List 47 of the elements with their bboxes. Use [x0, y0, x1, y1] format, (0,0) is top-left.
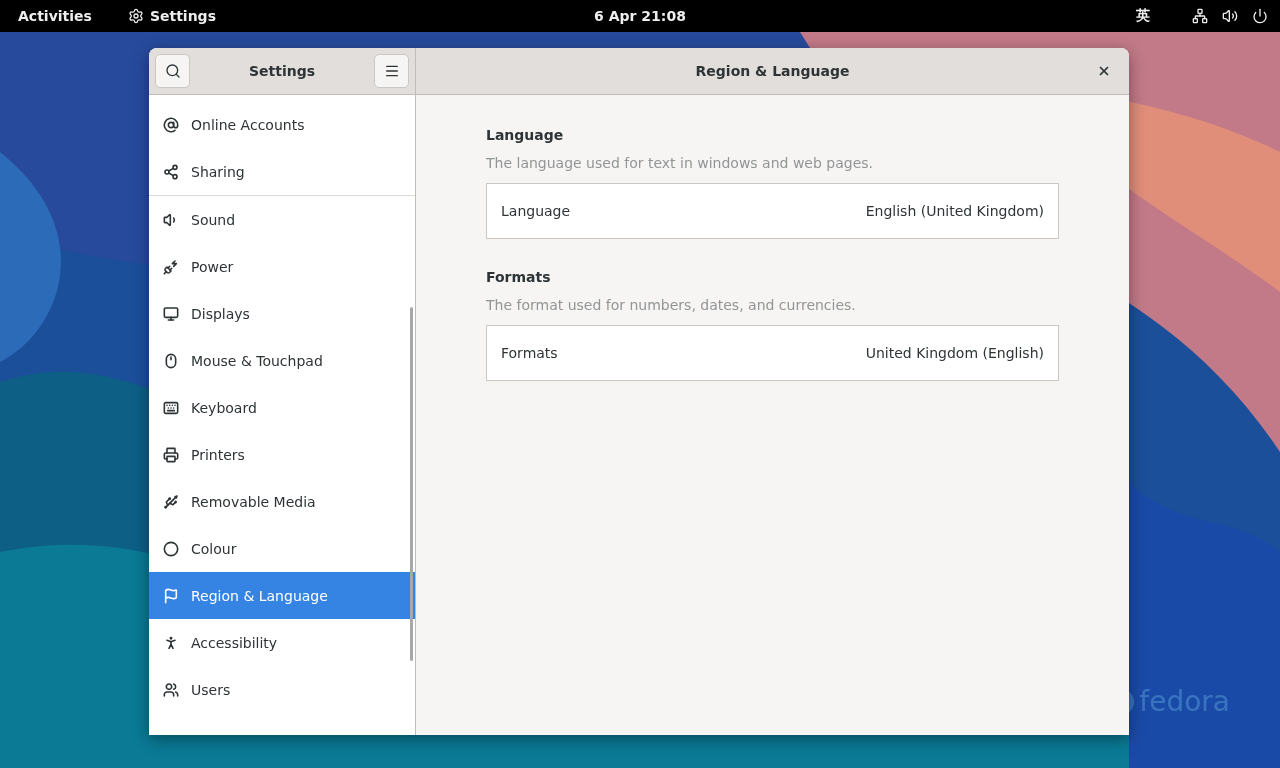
clock[interactable]: 6 Apr 21:08: [594, 8, 686, 24]
accessibility-icon: [163, 634, 179, 651]
sidebar-item[interactable]: Keyboard: [149, 384, 415, 431]
plug-icon: [163, 258, 179, 275]
sidebar-item[interactable]: Sharing: [149, 148, 415, 195]
app-menu[interactable]: Settings: [127, 8, 216, 24]
power-icon[interactable]: [1252, 8, 1268, 24]
window-title: Region & Language: [695, 63, 850, 79]
section-description: The format used for numbers, dates, and currencies.: [486, 297, 857, 313]
printer-icon: [163, 446, 179, 463]
setting-row[interactable]: Formats United Kingdom (English): [486, 325, 1059, 381]
menu-icon: [383, 63, 400, 79]
section-heading: Formats: [486, 269, 552, 285]
mouse-icon: [163, 352, 179, 369]
sidebar-item[interactable]: Sound: [149, 196, 415, 243]
search-icon: [164, 63, 181, 79]
sidebar-item[interactable]: Online Accounts: [149, 101, 415, 148]
gear-icon: [127, 8, 144, 24]
sidebar-title: Settings: [248, 63, 316, 79]
flag-icon: [163, 587, 179, 604]
sidebar-item[interactable]: Region & Language: [149, 572, 415, 619]
keyboard-icon: [163, 399, 179, 416]
share-icon: [163, 163, 179, 180]
sidebar-item[interactable]: Printers: [149, 431, 415, 478]
volume-icon[interactable]: [1222, 8, 1238, 24]
activities-button[interactable]: Activities: [18, 8, 92, 24]
sidebar-item[interactable]: Displays: [149, 290, 415, 337]
circle-icon: [163, 540, 179, 557]
menu-button[interactable]: [374, 54, 409, 88]
close-icon: [1097, 64, 1111, 78]
sidebar-item[interactable]: Removable Media: [149, 478, 415, 525]
sidebar-item[interactable]: Users: [149, 666, 415, 713]
search-button[interactable]: [155, 54, 190, 88]
section-heading: Language: [486, 127, 565, 143]
setting-row[interactable]: Language English (United Kingdom): [486, 183, 1059, 239]
at-sign-icon: [163, 116, 179, 133]
usb-icon: [163, 493, 179, 510]
sidebar-item[interactable]: Mouse & Touchpad: [149, 337, 415, 384]
monitor-icon: [163, 305, 179, 322]
users-icon: [163, 681, 179, 698]
sidebar-item[interactable]: Power: [149, 243, 415, 290]
network-icon[interactable]: [1192, 8, 1208, 24]
sidebar-item[interactable]: Accessibility: [149, 619, 415, 666]
sidebar-item[interactable]: Colour: [149, 525, 415, 572]
input-method-indicator[interactable]: 英: [1136, 7, 1150, 25]
scrollbar[interactable]: [410, 307, 413, 661]
section-description: The language used for text in windows and web pages.: [486, 155, 874, 171]
